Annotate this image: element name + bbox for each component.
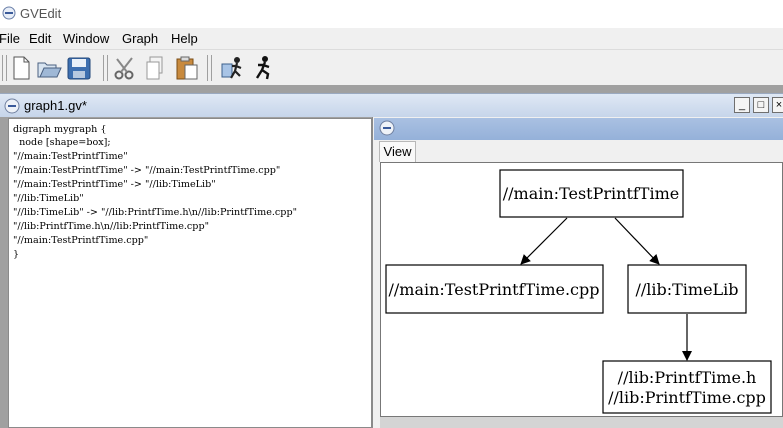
canvas-scroll-area xyxy=(380,417,783,428)
menu-window[interactable]: Window xyxy=(63,31,109,46)
code-line: "//main:TestPrintfTime" -> "//main:TestP… xyxy=(13,165,281,176)
node-printftime: //lib:PrintfTime.h //lib:PrintfTime.cpp xyxy=(602,360,772,414)
node-cpp: //main:TestPrintfTime.cpp xyxy=(385,264,604,314)
paste-icon[interactable] xyxy=(174,54,200,82)
edge-root-to-timelib xyxy=(614,217,660,265)
node-timelib-label: //lib:TimeLib xyxy=(635,280,738,299)
menu-file[interactable]: File xyxy=(0,31,20,46)
code-line: "//lib:TimeLib" -> "//lib:PrintfTime.h\n… xyxy=(13,207,297,218)
new-file-icon[interactable] xyxy=(8,54,34,82)
copy-icon[interactable] xyxy=(142,54,168,82)
toolbar-grip xyxy=(2,55,7,81)
document-title-bar: graph1.gv* _ □ × xyxy=(0,93,783,117)
toolbar xyxy=(0,49,783,85)
scissors-icon[interactable] xyxy=(112,54,138,82)
code-line: "//lib:TimeLib" xyxy=(13,193,84,204)
maximize-button[interactable]: □ xyxy=(753,97,769,113)
menu-graph[interactable]: Graph xyxy=(122,31,158,46)
document-title: graph1.gv* xyxy=(24,98,87,113)
node-printftime-label-line1: //lib:PrintfTime.h xyxy=(618,368,757,387)
settings-runner-icon[interactable] xyxy=(220,54,246,82)
minimize-button[interactable]: _ xyxy=(734,97,750,113)
graphviz-logo-icon xyxy=(2,6,16,20)
menu-help[interactable]: Help xyxy=(171,31,198,46)
folder-open-icon[interactable] xyxy=(36,54,62,82)
toolbar-separator xyxy=(207,55,212,81)
node-root: //main:TestPrintfTime xyxy=(499,169,684,218)
code-editor[interactable]: digraph mygraph { node [shape=box]; "//m… xyxy=(8,118,372,428)
menu-edit[interactable]: Edit xyxy=(29,31,51,46)
menu-bar: File Edit Window Graph Help xyxy=(0,28,783,49)
code-line: node [shape=box]; xyxy=(13,137,111,148)
node-timelib: //lib:TimeLib xyxy=(627,264,747,314)
app-title: GVEdit xyxy=(20,6,62,21)
running-man-icon[interactable] xyxy=(250,54,276,82)
code-line: "//main:TestPrintfTime" xyxy=(13,151,128,162)
floppy-disk-icon[interactable] xyxy=(66,54,92,82)
preview-title-bar xyxy=(374,118,783,140)
node-cpp-label: //main:TestPrintfTime.cpp xyxy=(389,280,600,299)
close-button[interactable]: × xyxy=(772,97,783,113)
edge-root-to-cpp xyxy=(520,217,568,265)
app-title-bar: GVEdit xyxy=(0,0,783,28)
graphviz-logo-icon xyxy=(4,98,20,114)
toolbar-separator xyxy=(103,55,108,81)
graph-diagram: //main:TestPrintfTime //main:TestPrintfT… xyxy=(385,169,772,414)
code-line: digraph mygraph { xyxy=(13,124,107,135)
code-line: "//lib:PrintfTime.h\n//lib:PrintfTime.cp… xyxy=(13,221,209,232)
node-root-label: //main:TestPrintfTime xyxy=(503,184,679,203)
graphviz-logo-icon xyxy=(379,120,395,136)
view-menu-tab[interactable]: View xyxy=(379,141,416,162)
code-line: "//main:TestPrintfTime.cpp" xyxy=(13,235,149,246)
node-printftime-label-line2: //lib:PrintfTime.cpp xyxy=(608,388,766,407)
code-line: } xyxy=(13,249,20,260)
code-line: "//main:TestPrintfTime" -> "//lib:TimeLi… xyxy=(13,179,216,190)
graph-canvas: //main:TestPrintfTime //main:TestPrintfT… xyxy=(380,162,783,417)
